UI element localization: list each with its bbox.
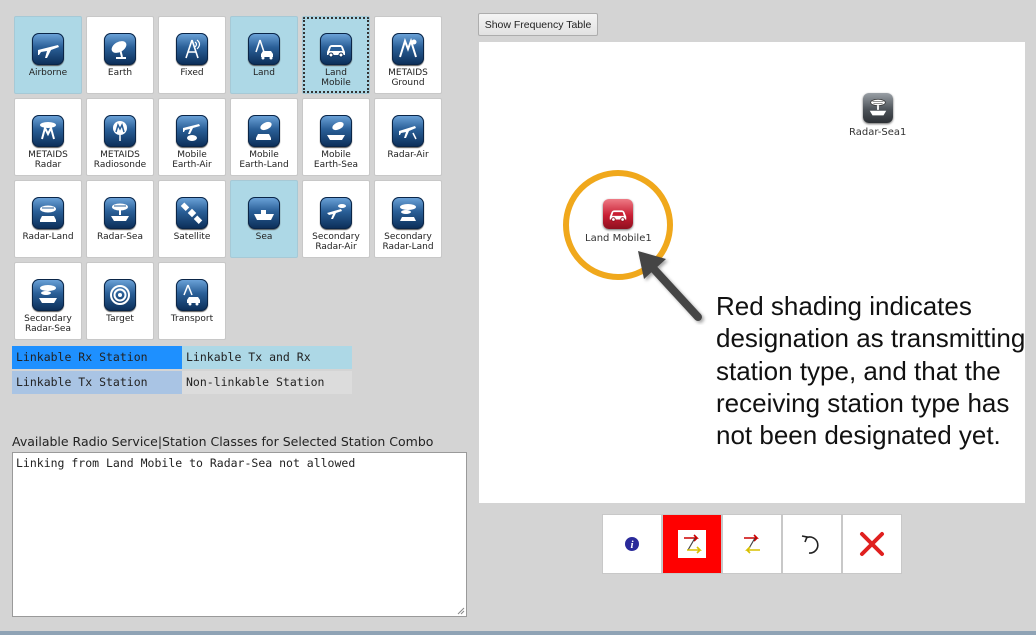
station-palette: Airborne Earth Fixed Land Land Mobile METAIDS… bbox=[14, 16, 454, 342]
station-tile[interactable]: METAIDS Radar bbox=[14, 98, 82, 176]
station-tile-label: METAIDS Ground bbox=[388, 68, 428, 88]
station-tile[interactable]: Mobile Earth-Air bbox=[158, 98, 226, 176]
undo-button[interactable] bbox=[782, 514, 842, 574]
info-icon: i bbox=[625, 537, 639, 551]
station-tile-label: Land Mobile bbox=[321, 68, 351, 88]
station-tile-label: METAIDS Radar bbox=[28, 150, 68, 170]
bidirectional-link-button[interactable] bbox=[722, 514, 782, 574]
station-tile[interactable]: Secondary Radar-Sea bbox=[14, 262, 82, 340]
legend-non-linkable: Non-linkable Station bbox=[182, 371, 352, 394]
station-tile-label: Secondary Radar-Sea bbox=[24, 314, 72, 334]
undo-icon bbox=[801, 535, 819, 554]
node-label: Radar-Sea1 bbox=[849, 127, 907, 138]
radiosonde-icon bbox=[104, 115, 136, 147]
metaids-radar-icon bbox=[32, 115, 64, 147]
radar-ship-icon bbox=[862, 93, 893, 123]
station-tile-label: Sea bbox=[255, 232, 273, 242]
show-frequency-table-button[interactable]: Show Frequency Table bbox=[478, 13, 598, 36]
station-tile-label: Mobile Earth-Land bbox=[239, 150, 289, 170]
station-tile[interactable]: Airborne bbox=[14, 16, 82, 94]
station-tile-label: Radar-Land bbox=[22, 232, 74, 242]
legend-linkable-rx: Linkable Rx Station bbox=[12, 346, 182, 369]
station-tile[interactable]: Land bbox=[230, 16, 298, 94]
callout-arrow-icon bbox=[638, 251, 702, 321]
station-tile[interactable]: Satellite bbox=[158, 180, 226, 258]
bottom-border bbox=[0, 631, 1036, 635]
station-tile[interactable]: Secondary Radar-Air bbox=[302, 180, 370, 258]
satellite-dish-icon bbox=[104, 33, 136, 65]
station-tile[interactable]: METAIDS Ground bbox=[374, 16, 442, 94]
station-tile[interactable]: Secondary Radar-Land bbox=[374, 180, 442, 258]
station-tile[interactable]: Earth bbox=[86, 16, 154, 94]
callout-text: Red shading indicates designation as tra… bbox=[716, 291, 1026, 451]
station-tile-label: Fixed bbox=[180, 68, 204, 78]
station-tile[interactable]: Sea bbox=[230, 180, 298, 258]
bidirectional-link-icon bbox=[744, 534, 760, 554]
station-tile[interactable]: METAIDS Radiosonde bbox=[86, 98, 154, 176]
station-tile-label: Radar-Air bbox=[387, 150, 429, 160]
station-tile[interactable]: Radar-Sea bbox=[86, 180, 154, 258]
metaids-ground-icon bbox=[392, 33, 424, 65]
action-toolbar: i bbox=[602, 514, 902, 574]
close-icon bbox=[860, 532, 884, 556]
station-tile[interactable]: Radar-Land bbox=[14, 180, 82, 258]
station-tile-label: Mobile Earth-Air bbox=[172, 150, 212, 170]
services-textarea[interactable]: Linking from Land Mobile to Radar-Sea no… bbox=[12, 452, 467, 617]
car-dish-icon bbox=[248, 115, 280, 147]
secondary-radar-air-icon bbox=[320, 197, 352, 229]
target-icon bbox=[104, 279, 136, 311]
plane-icon bbox=[32, 33, 64, 65]
legend-linkable-tx-rx: Linkable Tx and Rx bbox=[182, 346, 352, 369]
secondary-radar-land-icon bbox=[392, 197, 424, 229]
radar-plane-icon bbox=[392, 115, 424, 147]
transmit-link-icon bbox=[678, 530, 706, 558]
station-tile[interactable]: Mobile Earth-Land bbox=[230, 98, 298, 176]
station-tile[interactable]: Land Mobile bbox=[302, 16, 370, 94]
station-tile[interactable]: Fixed bbox=[158, 16, 226, 94]
legend-linkable-tx: Linkable Tx Station bbox=[12, 371, 182, 394]
info-button[interactable]: i bbox=[602, 514, 662, 574]
station-tile-label: METAIDS Radiosonde bbox=[93, 150, 147, 170]
services-text: Linking from Land Mobile to Radar-Sea no… bbox=[16, 456, 356, 470]
antenna-icon bbox=[176, 33, 208, 65]
station-tile-label: Secondary Radar-Land bbox=[382, 232, 434, 252]
transport-icon bbox=[176, 279, 208, 311]
ship-dish-icon bbox=[320, 115, 352, 147]
station-tile-label: Mobile Earth-Sea bbox=[313, 150, 359, 170]
station-tile-label: Transport bbox=[170, 314, 214, 324]
plane-dish-icon bbox=[176, 115, 208, 147]
delete-button[interactable] bbox=[842, 514, 902, 574]
station-tile[interactable]: Target bbox=[86, 262, 154, 340]
station-tile[interactable]: Mobile Earth-Sea bbox=[302, 98, 370, 176]
radar-ship-icon bbox=[104, 197, 136, 229]
station-tile-label: Land bbox=[253, 68, 275, 78]
resize-grip-icon[interactable] bbox=[457, 607, 465, 615]
station-tile-label: Secondary Radar-Air bbox=[312, 232, 360, 252]
station-tile-label: Target bbox=[106, 314, 134, 324]
station-tile-label: Satellite bbox=[173, 232, 211, 242]
antenna-car-icon bbox=[248, 33, 280, 65]
station-tile-label: Earth bbox=[107, 68, 133, 78]
secondary-radar-sea-icon bbox=[32, 279, 64, 311]
radar-land-icon bbox=[32, 197, 64, 229]
station-tile-label: Radar-Sea bbox=[97, 232, 143, 242]
transmit-link-button[interactable] bbox=[662, 514, 722, 574]
station-tile[interactable]: Transport bbox=[158, 262, 226, 340]
station-tile[interactable]: Radar-Air bbox=[374, 98, 442, 176]
services-heading: Available Radio Service|Station Classes … bbox=[12, 434, 434, 449]
car-icon bbox=[320, 33, 352, 65]
station-tile-label: Airborne bbox=[28, 68, 68, 78]
satellite-icon bbox=[176, 197, 208, 229]
ship-icon bbox=[248, 197, 280, 229]
node-radar-sea[interactable]: Radar-Sea1 bbox=[849, 93, 906, 138]
